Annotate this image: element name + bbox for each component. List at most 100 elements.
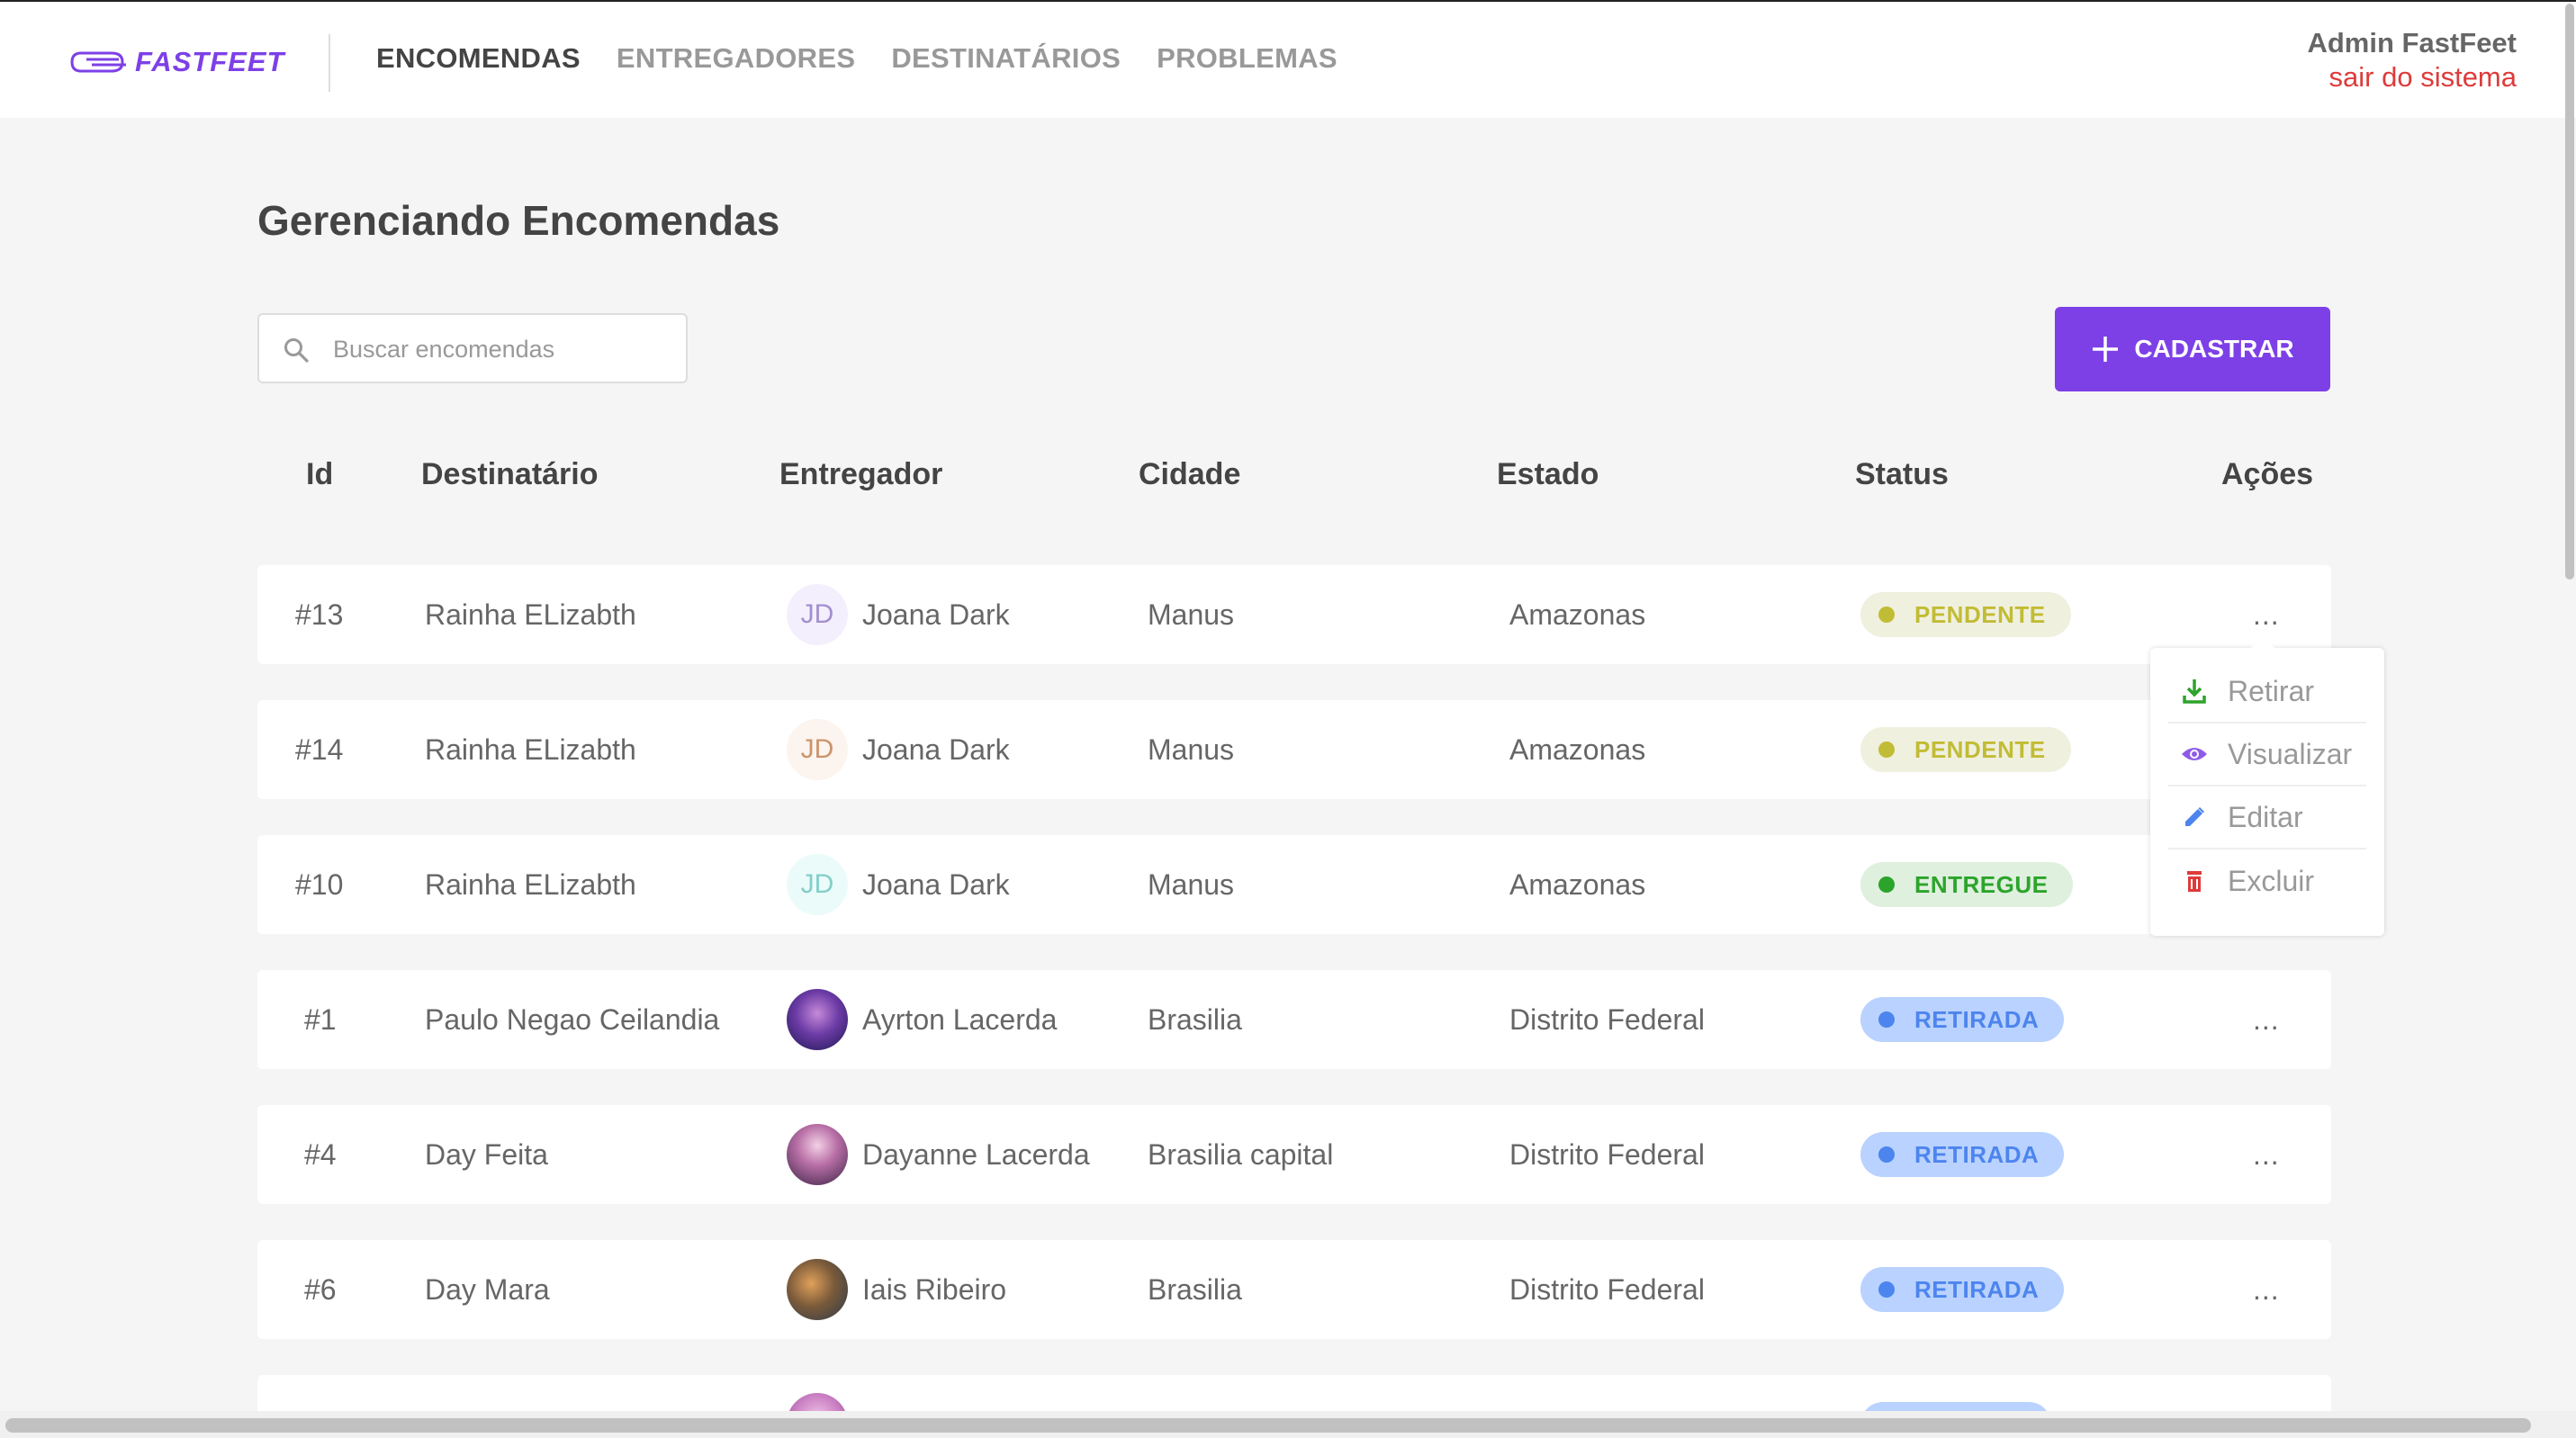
avatar [787, 1124, 848, 1185]
actions-button[interactable]: ... [2253, 1105, 2280, 1204]
status-badge-label: PENDENTE [1914, 735, 2046, 763]
nav-item-problemas[interactable]: PROBLEMAS [1157, 42, 1338, 75]
avatar: JD [787, 854, 848, 915]
menu-item-retirar[interactable]: Retirar [2168, 661, 2366, 723]
page-title: Gerenciando Encomendas [257, 197, 780, 244]
menu-item-visualizar[interactable]: Visualizar [2168, 723, 2366, 786]
table-row: #6 Day Mara Iais Ribeiro Brasilia Distri… [257, 1240, 2331, 1339]
row-status: ENTREGUE [1860, 835, 2074, 934]
row-courier: JD Joana Dark [787, 700, 1010, 799]
user-box: Admin FastFeet sair do sistema [2307, 27, 2517, 94]
user-name: Admin FastFeet [2307, 27, 2517, 58]
row-recipient: Rainha ELizabth [425, 598, 636, 631]
row-id: #13 [295, 598, 344, 631]
logout-link[interactable]: sair do sistema [2307, 61, 2517, 94]
status-dot-icon [1878, 1146, 1895, 1163]
actions-button[interactable]: ... [2253, 970, 2280, 1069]
table-row: #10 Rainha ELizabth JD Joana Dark Manus … [257, 835, 2331, 934]
horizontal-scrollbar-thumb[interactable] [5, 1418, 2531, 1433]
status-badge-label: RETIRADA [1914, 1005, 2040, 1033]
vertical-scrollbar[interactable] [2565, 0, 2576, 1411]
row-recipient: Paulo Negao Ceilandia [425, 1002, 720, 1036]
courier-name: Dayanne Lacerda [862, 1137, 1090, 1171]
status-dot-icon [1878, 1011, 1895, 1028]
table-row: #4 Day Feita Dayanne Lacerda Brasilia ca… [257, 1105, 2331, 1204]
row-id: #4 [304, 1137, 337, 1171]
menu-item-editar[interactable]: Editar [2168, 786, 2366, 849]
row-courier: Dayanne Lacerda [787, 1105, 1090, 1204]
row-city: Brasilia [1148, 1272, 1242, 1306]
nav-item-entregadores[interactable]: ENTREGADORES [617, 42, 855, 75]
vertical-scrollbar-thumb[interactable] [2565, 4, 2574, 580]
status-badge-label: RETIRADA [1914, 1140, 2040, 1168]
row-id: #6 [304, 1272, 337, 1306]
status-dot-icon [1878, 741, 1895, 758]
plus-icon [2093, 337, 2119, 362]
column-header-status: Status [1855, 457, 1949, 491]
table-row: #14 Rainha ELizabth JD Joana Dark Manus … [257, 700, 2331, 799]
table-row: #1 Paulo Negao Ceilandia Ayrton Lacerda … [257, 970, 2331, 1069]
column-header-destinatario: Destinatário [421, 457, 599, 491]
status-badge: RETIRADA [1860, 997, 2065, 1042]
actions-ellipsis: ... [2253, 1272, 2280, 1306]
courier-name: Joana Dark [862, 867, 1010, 901]
status-badge-label: PENDENTE [1914, 600, 2046, 628]
row-courier: JD Joana Dark [787, 565, 1010, 664]
status-badge: RETIRADA [1860, 1267, 2065, 1312]
row-id: #14 [295, 732, 344, 766]
search-input[interactable] [331, 315, 677, 383]
status-dot-icon [1878, 876, 1895, 893]
status-badge: PENDENTE [1860, 592, 2071, 637]
row-state: Distrito Federal [1509, 1137, 1705, 1171]
row-city: Brasilia capital [1148, 1137, 1334, 1171]
pencil-icon [2181, 804, 2208, 831]
column-header-id: Id [306, 457, 334, 491]
status-dot-icon [1878, 1281, 1895, 1298]
row-status: RETIRADA [1860, 970, 2065, 1069]
row-recipient: Rainha ELizabth [425, 867, 636, 901]
row-courier: Iais Ribeiro [787, 1240, 1006, 1339]
menu-item-excluir[interactable]: Excluir [2168, 849, 2366, 912]
status-badge [1860, 1402, 2051, 1411]
menu-item-label: Retirar [2228, 674, 2315, 707]
search-icon [284, 338, 309, 363]
row-status: PENDENTE [1860, 565, 2071, 664]
table-row [257, 1375, 2331, 1411]
avatar: JD [787, 584, 848, 645]
actions-button[interactable]: ... [2253, 1240, 2280, 1339]
truck-logo-icon [70, 51, 126, 73]
row-state: Amazonas [1509, 867, 1646, 901]
status-badge: ENTREGUE [1860, 862, 2074, 907]
menu-item-label: Visualizar [2228, 737, 2353, 770]
actions-ellipsis: ... [2253, 598, 2280, 631]
menu-item-label: Editar [2228, 800, 2303, 833]
actions-ellipsis: ... [2253, 1137, 2280, 1171]
nav-item-destinatarios[interactable]: DESTINATÁRIOS [891, 42, 1121, 75]
row-city: Manus [1148, 867, 1235, 901]
courier-name: Iais Ribeiro [862, 1272, 1007, 1306]
logo-text: FASTFEET [135, 46, 285, 77]
status-badge: RETIRADA [1860, 1132, 2065, 1177]
row-city: Manus [1148, 732, 1235, 766]
cadastrar-button[interactable]: CADASTRAR [2055, 307, 2330, 391]
row-state: Amazonas [1509, 598, 1646, 631]
horizontal-scrollbar[interactable] [0, 1411, 2576, 1438]
nav-item-encomendas[interactable]: ENCOMENDAS [376, 42, 581, 75]
download-icon [2181, 678, 2208, 705]
row-id: #1 [304, 1002, 337, 1036]
eye-icon [2181, 741, 2208, 768]
nav-divider [329, 34, 330, 92]
row-status: RETIRADA [1860, 1240, 2065, 1339]
column-header-entregador: Entregador [779, 457, 943, 491]
avatar [787, 1259, 848, 1320]
status-badge: PENDENTE [1860, 727, 2071, 772]
row-state: Distrito Federal [1509, 1272, 1705, 1306]
row-courier: Ayrton Lacerda [787, 970, 1057, 1069]
cadastrar-button-label: CADASTRAR [2134, 335, 2294, 363]
trash-icon [2181, 867, 2208, 894]
row-city: Brasilia [1148, 1002, 1242, 1036]
row-status: RETIRADA [1860, 1105, 2065, 1204]
row-state: Amazonas [1509, 732, 1646, 766]
fastfeet-logo[interactable]: FASTFEET [68, 40, 284, 85]
column-header-cidade: Cidade [1139, 457, 1241, 491]
